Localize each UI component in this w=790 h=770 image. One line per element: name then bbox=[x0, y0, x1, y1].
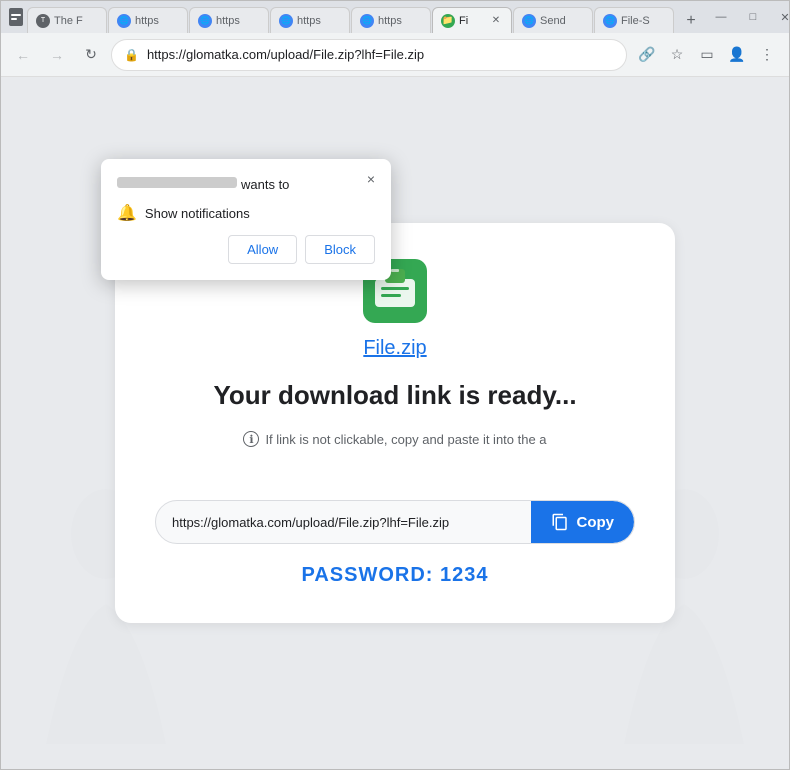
tab-8[interactable]: 🌐 File-S bbox=[594, 7, 674, 33]
download-heading: Your download link is ready... bbox=[213, 380, 576, 411]
tab-2[interactable]: 🌐 https bbox=[108, 7, 188, 33]
minimize-button[interactable]: — bbox=[707, 6, 735, 28]
tab-strip: T The F 🌐 https 🌐 https 🌐 https 🌐 https … bbox=[27, 1, 703, 33]
tab-4[interactable]: 🌐 https bbox=[270, 7, 350, 33]
window-controls: — □ ✕ bbox=[707, 6, 790, 28]
title-bar: T The F 🌐 https 🌐 https 🌐 https 🌐 https … bbox=[1, 1, 789, 33]
instruction-row: ℹ If link is not clickable, copy and pas… bbox=[243, 431, 546, 447]
notification-popup: × wants to 🔔 Show notifications Allow Bl… bbox=[101, 159, 391, 280]
app-title[interactable]: File.zip bbox=[363, 337, 426, 360]
notification-actions: Allow Block bbox=[117, 235, 375, 264]
tab-favicon-6: 📁 bbox=[441, 14, 455, 28]
address-input[interactable] bbox=[147, 47, 614, 62]
instruction-text: If link is not clickable, copy and paste… bbox=[265, 432, 546, 447]
toolbar-right-buttons: 🔗 ☆ ▭ 👤 ⋮ bbox=[633, 41, 781, 69]
tab-favicon-3: 🌐 bbox=[198, 14, 212, 28]
bell-icon: 🔔 bbox=[117, 203, 137, 223]
tab-title-3: https bbox=[216, 15, 260, 27]
tab-1[interactable]: T The F bbox=[27, 7, 107, 33]
tab-favicon-8: 🌐 bbox=[603, 14, 617, 28]
bookmark-button[interactable]: ☆ bbox=[663, 41, 691, 69]
tab-title-1: The F bbox=[54, 15, 98, 27]
reload-button[interactable]: ↻ bbox=[77, 41, 105, 69]
tab-favicon-5: 🌐 bbox=[360, 14, 374, 28]
tab-title-4: https bbox=[297, 15, 341, 27]
tab-title-8: File-S bbox=[621, 15, 665, 27]
notification-close-button[interactable]: × bbox=[361, 169, 381, 189]
toolbar: ← → ↻ 🔒 🔗 ☆ ▭ 👤 ⋮ bbox=[1, 33, 789, 77]
maximize-button[interactable]: □ bbox=[739, 6, 767, 28]
share-button[interactable]: 🔗 bbox=[633, 41, 661, 69]
tab-3[interactable]: 🌐 https bbox=[189, 7, 269, 33]
tab-favicon-4: 🌐 bbox=[279, 14, 293, 28]
tab-close-6[interactable]: ✕ bbox=[489, 14, 503, 28]
tab-5[interactable]: 🌐 https bbox=[351, 7, 431, 33]
notification-permission-row: 🔔 Show notifications bbox=[117, 203, 375, 223]
profile-button[interactable]: 👤 bbox=[723, 41, 751, 69]
browser-icon bbox=[9, 8, 23, 26]
tab-title-2: https bbox=[135, 15, 179, 27]
copy-icon bbox=[551, 513, 569, 531]
cast-button[interactable]: ▭ bbox=[693, 41, 721, 69]
main-card: File.zip Your download link is ready... … bbox=[115, 223, 675, 623]
tab-favicon-2: 🌐 bbox=[117, 14, 131, 28]
copy-button[interactable]: Copy bbox=[531, 501, 635, 543]
browser-window: T The F 🌐 https 🌐 https 🌐 https 🌐 https … bbox=[0, 0, 790, 770]
tab-7[interactable]: 🌐 Send bbox=[513, 7, 593, 33]
menu-button[interactable]: ⋮ bbox=[753, 41, 781, 69]
close-button[interactable]: ✕ bbox=[771, 6, 790, 28]
new-tab-button[interactable]: + bbox=[679, 9, 703, 33]
tab-6-active[interactable]: 📁 Fi ✕ bbox=[432, 7, 512, 33]
info-icon: ℹ bbox=[243, 431, 259, 447]
page-content: OK × wants to 🔔 Show notifications Allow… bbox=[1, 77, 789, 769]
copy-button-label: Copy bbox=[577, 514, 615, 531]
url-row: Copy bbox=[155, 500, 635, 544]
tab-favicon-1: T bbox=[36, 14, 50, 28]
url-input[interactable] bbox=[156, 503, 531, 542]
password-text: PASSWORD: 1234 bbox=[301, 564, 488, 587]
lock-icon: 🔒 bbox=[124, 48, 139, 62]
tab-favicon-7: 🌐 bbox=[522, 14, 536, 28]
notification-permission-label: Show notifications bbox=[145, 206, 250, 221]
forward-button[interactable]: → bbox=[43, 41, 71, 69]
back-button[interactable]: ← bbox=[9, 41, 37, 69]
address-bar[interactable]: 🔒 bbox=[111, 39, 627, 71]
allow-button[interactable]: Allow bbox=[228, 235, 297, 264]
tab-title-5: https bbox=[378, 15, 422, 27]
notification-site bbox=[117, 175, 237, 189]
tab-title-7: Send bbox=[540, 15, 584, 27]
notification-wants-text: wants to bbox=[241, 177, 289, 192]
tab-title-6: Fi bbox=[459, 15, 485, 27]
block-button[interactable]: Block bbox=[305, 235, 375, 264]
